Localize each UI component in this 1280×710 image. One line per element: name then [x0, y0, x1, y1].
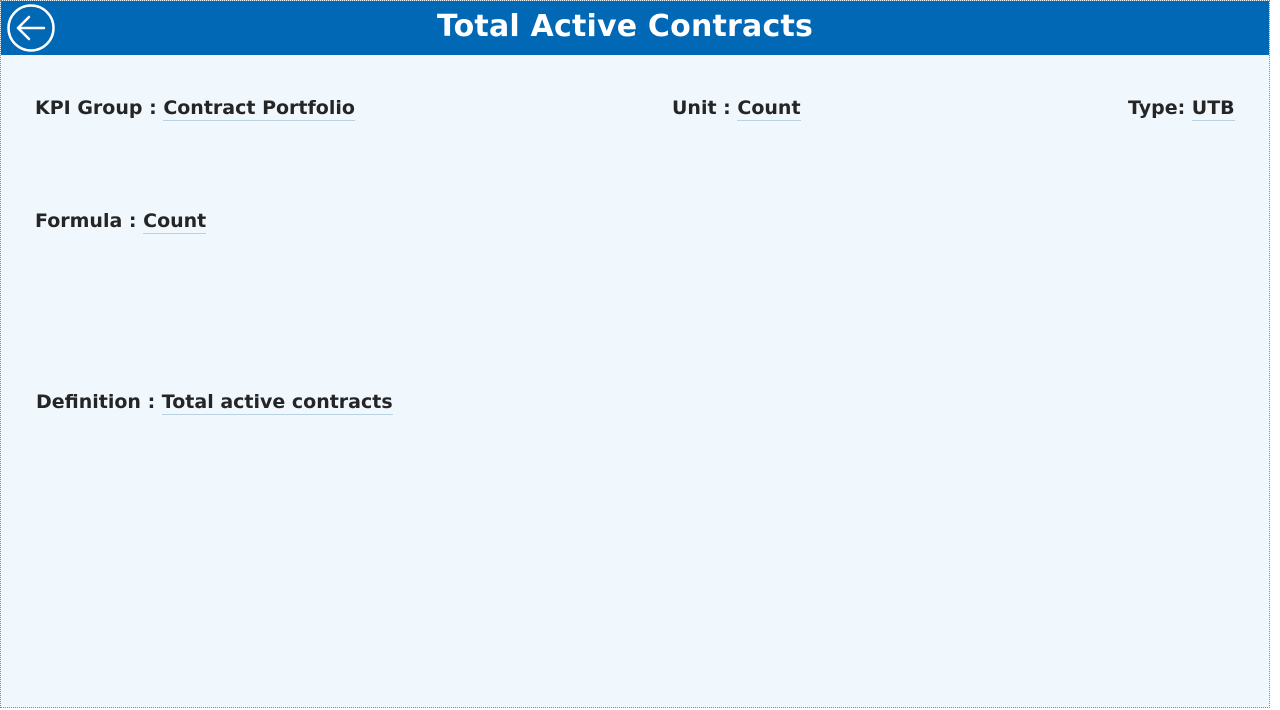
unit-label: Unit :: [672, 97, 738, 119]
header-bar: Total Active Contracts: [1, 1, 1269, 55]
kpi-group-field: KPI Group : Contract Portfolio: [35, 96, 355, 121]
unit-field: Unit : Count: [672, 96, 801, 121]
type-value: UTB: [1191, 97, 1235, 121]
definition-label: Definition :: [36, 391, 162, 413]
page-title: Total Active Contracts: [436, 9, 814, 44]
kpi-group-label: KPI Group :: [35, 97, 164, 119]
formula-field: Formula : Count: [35, 209, 207, 234]
kpi-detail-panel: Total Active Contracts KPI Group : Contr…: [0, 0, 1270, 708]
kpi-group-value: Contract Portfolio: [163, 97, 355, 121]
unit-value: Count: [737, 97, 801, 121]
definition-field: Definition : Total active contracts: [36, 390, 393, 415]
definition-value: Total active contracts: [161, 391, 393, 415]
formula-label: Formula :: [35, 210, 144, 232]
formula-value: Count: [143, 210, 207, 234]
type-field: Type: UTB: [1128, 96, 1235, 121]
type-label: Type:: [1128, 97, 1192, 119]
